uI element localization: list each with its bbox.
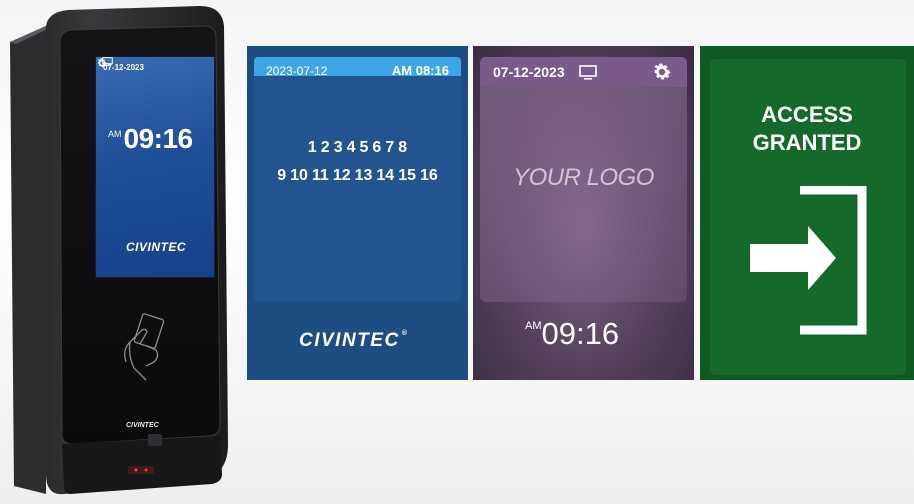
door-number-grid: 12345678 9 10 11 12 13 14 15 16 xyxy=(247,134,468,190)
door-number-button[interactable]: 14 xyxy=(376,167,394,184)
access-title-line2: GRANTED xyxy=(752,130,862,155)
door-number-button[interactable]: 12 xyxy=(333,167,351,184)
door-number-row-2: 9 10 11 12 13 14 15 16 xyxy=(247,162,468,190)
custom-date: 07-12-2023 xyxy=(493,64,565,80)
custom-status-bar: 07-12-2023 xyxy=(480,57,687,87)
door-number-button[interactable]: 10 xyxy=(290,167,308,184)
door-number-button[interactable]: 9 xyxy=(277,167,286,184)
door-number-button[interactable]: 15 xyxy=(398,167,416,184)
door-number-button[interactable]: 6 xyxy=(372,139,381,156)
device-brand-label: CIVINTEC xyxy=(126,422,159,429)
door-number-button[interactable]: 4 xyxy=(347,139,356,156)
exit-arrow-icon xyxy=(750,186,867,335)
access-control-device: 07-12-2023 AM 09:16 CIVINTEC CIVINTEC xyxy=(8,4,230,496)
door-number-button[interactable]: 5 xyxy=(360,139,369,156)
door-number-button[interactable]: 1 xyxy=(308,139,317,156)
door-number-row-1: 12345678 xyxy=(247,134,468,162)
device-screen: 07-12-2023 AM 09:16 CIVINTEC xyxy=(95,56,215,278)
gear-icon[interactable] xyxy=(96,57,108,69)
keypad-screen-panel: 2023-07-12 AM 08:16 12345678 9 10 11 12 13 14… xyxy=(247,46,468,380)
door-number-button[interactable]: 7 xyxy=(385,139,394,156)
access-granted-panel: ACCESS GRANTED xyxy=(700,46,914,380)
access-granted-title: ACCESS GRANTED xyxy=(700,101,914,157)
custom-clock-time: 09:16 xyxy=(541,316,620,351)
keypad-logo-text: CIVINTEC xyxy=(299,330,400,351)
your-logo-placeholder: YOUR LOGO xyxy=(513,164,654,191)
registered-mark: ® xyxy=(401,330,409,337)
device-clock-ampm: AM xyxy=(108,129,122,139)
device-clock-time: 09:16 xyxy=(123,123,194,154)
door-number-button[interactable]: 11 xyxy=(312,167,329,184)
door-number-button[interactable]: 8 xyxy=(398,139,407,156)
door-number-button[interactable]: 13 xyxy=(355,167,373,184)
device-status-bar: 07-12-2023 xyxy=(96,57,214,77)
door-number-button[interactable]: 3 xyxy=(334,139,343,156)
custom-clock-ampm: AM xyxy=(525,320,542,332)
gear-icon[interactable] xyxy=(651,61,673,83)
device-clock: AM 09:16 xyxy=(108,123,193,155)
custom-logo-screen-panel: 07-12-2023 YOUR LOGO AM 09:16 xyxy=(473,46,694,380)
door-number-button[interactable]: 2 xyxy=(321,139,330,156)
monitor-icon xyxy=(578,64,597,80)
keypad-logo: CIVINTEC ® xyxy=(299,330,408,352)
door-number-button[interactable]: 16 xyxy=(420,167,438,184)
custom-clock: AM 09:16 xyxy=(525,316,619,352)
custom-body xyxy=(480,87,687,302)
access-title-line1: ACCESS xyxy=(761,102,853,127)
device-screen-logo: CIVINTEC xyxy=(126,240,187,254)
